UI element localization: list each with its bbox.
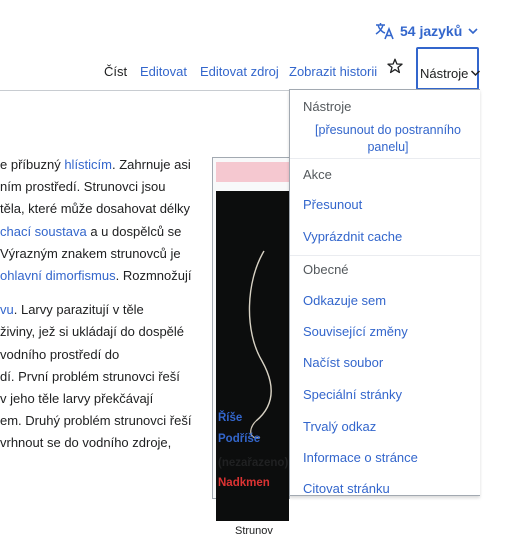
article-paragraph: vu. Larvy parazitují v těle živiny, jež s… [0,299,204,454]
article-line: vu. Larvy parazitují v těle [0,299,204,321]
taxobox-row-rise[interactable]: Říše [218,412,242,424]
menu-item-upload-file[interactable]: Načíst soubor [303,355,383,370]
article-text: . Rozmnožují [115,267,192,283]
article-text: ním prostředí. Strunovci jsou [0,179,166,195]
article-line: chací soustava a u dospělců se [0,221,204,243]
article-line: těla, které může dosahovat délky [0,198,204,220]
tab-edit-source[interactable]: Editovat zdroj [200,64,279,79]
article-text: . Larvy parazitují v těle [13,302,144,318]
article-text: Výrazným znakem strunovců je [0,245,181,261]
menu-item-what-links-here[interactable]: Odkazuje sem [303,293,386,308]
taxobox-title-bar [216,162,289,182]
menu-item-related-changes[interactable]: Související změny [303,324,408,339]
menu-item-permanent-link[interactable]: Trvalý odkaz [303,419,376,434]
watch-star-icon[interactable] [387,58,403,79]
taxobox-row-podrise[interactable]: Podříše [218,433,260,445]
chevron-down-icon [467,26,479,36]
menu-separator [290,255,480,256]
article-line: Výrazným znakem strunovců je [0,243,204,265]
tools-dropdown-button[interactable]: Nástroje [416,47,481,90]
tab-history[interactable]: Zobrazit historii [289,64,377,79]
article-line: dí. První problém strunovci řeší [0,366,204,388]
taxobox: Strunov Říše Podříše (nezařazeno) Nadkme… [212,157,290,537]
tools-label: Nástroje [420,66,469,81]
article-body: e příbuzný hlísticím. Zahrnuje asi ním pr… [0,154,204,454]
tab-read[interactable]: Číst [104,64,127,79]
article-link[interactable]: ohlavní dimorfismus [0,268,116,283]
language-count-label: 54 jazyků [400,23,463,39]
chevron-down-icon [470,66,481,81]
article-line: ním prostředí. Strunovci jsou [0,176,204,198]
move-to-sidebar-link[interactable]: [přesunout do postranního panelu] [303,122,473,156]
article-text: . Zahrnuje asi [112,157,191,172]
taxobox-caption: Strunov [235,525,273,537]
article-link[interactable]: hlísticím [64,157,112,172]
article-text: e příbuzný [0,157,65,172]
taxobox-row-nadkmen[interactable]: Nadkmen [218,477,270,489]
article-text: živiny, jež si ukládají do dospělé [0,324,185,340]
translate-icon [375,22,395,40]
tools-menu-heading: Nástroje [303,99,352,114]
article-paragraph: e příbuzný hlísticím. Zahrnuje asi ním pr… [0,154,204,287]
article-text: em. Druhý problém strunovci řeší [0,413,192,429]
taxobox-image[interactable] [216,191,289,521]
menu-section-title: Akce [303,167,332,182]
article-text: a u dospělců se [86,223,182,239]
article-text: v jeho těle larvy překčávají [0,390,154,406]
article-line: ohlavní dimorfismus. Rozmnožují [0,265,204,287]
article-line: em. Druhý problém strunovci řeší [0,410,204,432]
tab-edit[interactable]: Editovat [140,64,187,79]
article-line: vrhnout se do vodního zdroje, [0,432,204,454]
tabs-underline [0,90,290,91]
article-line: vodního prostředí do [0,344,204,366]
menu-item-page-information[interactable]: Informace o stránce [303,450,418,465]
menu-separator [290,158,480,159]
article-text: těla, které může dosahovat délky [0,201,191,217]
article-line: e příbuzný hlísticím. Zahrnuje asi [0,154,204,176]
article-link[interactable]: chací soustava [0,224,87,239]
article-text: vrhnout se do vodního zdroje, [0,435,172,451]
article-line: živiny, jež si ukládají do dospělé [0,321,204,343]
article-link[interactable]: vu [0,302,14,317]
language-button[interactable]: 54 jazyků [375,22,479,40]
menu-item-purge-cache[interactable]: Vyprázdnit cache [303,229,402,244]
taxobox-row-nezarazeno: (nezařazeno) [218,457,289,469]
article-text: vodního prostředí do [0,346,120,362]
tools-menu: Nástroje [přesunout do postranního panel… [289,89,480,496]
article-text: dí. První problém strunovci řeší [0,368,180,384]
article-line: v jeho těle larvy překčávají [0,388,204,410]
menu-item-special-pages[interactable]: Speciální stránky [303,387,402,402]
menu-section-title: Obecné [303,262,349,277]
menu-item-move[interactable]: Přesunout [303,197,362,212]
